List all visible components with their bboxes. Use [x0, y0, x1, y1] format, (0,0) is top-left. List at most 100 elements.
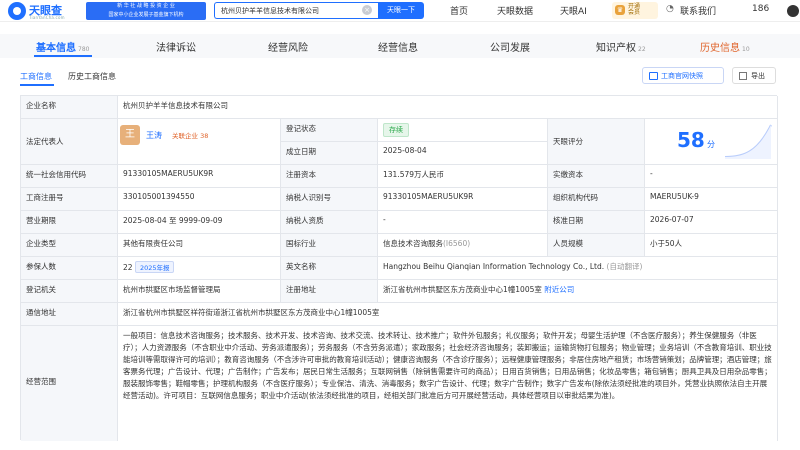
credit-code-value: 91330105MAERU5UK9R [118, 165, 281, 188]
en-name-cell: Hangzhou Beihu Qianqian Information Tech… [378, 257, 778, 280]
type-label: 企业类型 [21, 234, 118, 257]
snapshot-icon [649, 72, 658, 80]
taxpayer-id-label: 纳税人识别号 [281, 188, 378, 211]
tab-count: 780 [78, 46, 90, 53]
active-tab-indicator [34, 55, 92, 57]
comm-address-label: 通信地址 [21, 303, 118, 326]
tab-label: 历史信息 [700, 43, 740, 54]
top-bar: 天眼查 TianYanCha.com 新 华 社 战 略 投 资 企 业 国家中… [0, 0, 800, 22]
nav-ai[interactable]: 天眼AI [560, 4, 587, 17]
reg-no-value: 330105001394550 [118, 188, 281, 211]
nav-home[interactable]: 首页 [450, 4, 468, 17]
subtab-history-business-info[interactable]: 历史工商信息 [68, 71, 116, 82]
insured-label: 参保人数 [21, 257, 118, 280]
nearby-companies-link[interactable]: 附近公司 [544, 285, 574, 294]
subtab-business-info[interactable]: 工商信息 [20, 71, 52, 82]
company-name-value: 杭州贝护羊羊信息技术有限公司 [118, 96, 778, 119]
official-snapshot-button[interactable]: 工商官网快照 [642, 67, 724, 84]
scope-value: 一般项目：信息技术咨询服务；技术服务、技术开发、技术咨询、技术交流、技术转让、技… [118, 326, 778, 441]
authority-label: 登记机关 [21, 280, 118, 303]
legal-rep-name[interactable]: 王涛 [146, 130, 162, 141]
org-code-label: 组织机构代码 [548, 188, 645, 211]
annual-report-selector[interactable]: 2025年报 [134, 261, 175, 273]
tab-label: 知识产权 [596, 43, 636, 54]
industry-value: 信息技术咨询服务 [383, 239, 443, 248]
paid-capital-label: 实缴资本 [548, 165, 645, 188]
nav-data[interactable]: 天眼数据 [497, 4, 533, 17]
staff-size-label: 人员规模 [548, 234, 645, 257]
comm-address-value: 浙江省杭州市拱墅区祥符街道浙江省杭州市拱墅区东方茂商业中心1幢1005室 [118, 303, 778, 326]
clear-search-icon[interactable]: × [362, 5, 372, 15]
term-label: 营业期限 [21, 211, 118, 234]
search-input[interactable]: 杭州贝护羊羊信息技术有限公司 [214, 2, 378, 19]
legal-rep-avatar[interactable]: 王 [120, 125, 140, 145]
taxpayer-qual-value: - [378, 211, 548, 234]
vip-button[interactable]: ♛ 开通 会员 [612, 2, 658, 19]
logo-url: TianYanCha.com [29, 15, 65, 20]
user-phone[interactable]: 186 [752, 4, 769, 14]
official-snapshot-label: 工商官网快照 [661, 72, 703, 80]
industry-code: (I6560) [443, 239, 471, 248]
staff-size-value: 小于50人 [645, 234, 778, 257]
search-button[interactable]: 天眼一下 [378, 2, 424, 19]
tab-count: 10 [742, 46, 750, 53]
reg-address-value: 浙江省杭州市拱墅区东方茂商业中心1幢1005室 [383, 285, 542, 294]
contact-link[interactable]: 联系我们 [680, 4, 716, 17]
score-chart-icon [724, 124, 772, 159]
tab-label: 基本信息 [36, 43, 76, 54]
export-icon [739, 72, 747, 80]
authority-value: 杭州市拱墅区市场监督管理局 [118, 280, 281, 303]
related-companies-badge[interactable]: 关联企业 38 [172, 130, 208, 140]
site-logo[interactable]: 天眼查 TianYanCha.com [8, 2, 80, 20]
credit-code-label: 统一社会信用代码 [21, 165, 118, 188]
insured-cell: 22 2025年报 [118, 257, 281, 280]
tab-history[interactable]: 历史信息 10 [700, 39, 750, 54]
slogan-line-1: 国家中小企业发展子基金旗下机构 [108, 12, 184, 18]
industry-cell: 信息技术咨询服务(I6560) [378, 234, 548, 257]
scope-label: 经营范围 [21, 326, 118, 441]
tab-label: 法律诉讼 [156, 43, 196, 54]
approval-date-label: 核准日期 [548, 211, 645, 234]
legal-rep-cell: 王 王涛 关联企业 38 [118, 119, 281, 165]
main-tabs: 基本信息 780 法律诉讼 经营风险 经营信息 公司发展 知识产权 22 历史信息 1… [0, 34, 800, 58]
tab-basic-info[interactable]: 基本信息 780 [36, 39, 89, 54]
score-label: 天眼评分 [548, 119, 645, 165]
slogan-line-2: 新 华 社 战 略 投 资 企 业 [117, 3, 175, 9]
tab-development[interactable]: 公司发展 [490, 39, 530, 54]
reg-status-label: 登记状态 [281, 119, 378, 142]
export-label: 导出 [751, 72, 765, 80]
en-name-note: (自动翻译) [606, 262, 643, 271]
reg-address-cell: 浙江省杭州市拱墅区东方茂商业中心1幢1005室 附近公司 [378, 280, 778, 303]
est-date-value: 2025-08-04 [378, 142, 548, 165]
insured-value: 22 [123, 263, 133, 272]
tab-label: 公司发展 [490, 43, 530, 54]
export-button[interactable]: 导出 [732, 67, 776, 84]
tab-legal[interactable]: 法律诉讼 [156, 39, 196, 54]
tab-count: 22 [638, 46, 646, 53]
user-avatar[interactable] [787, 5, 799, 17]
industry-label: 国标行业 [281, 234, 378, 257]
score-cell[interactable]: 58 分 [645, 119, 778, 165]
tab-operation[interactable]: 经营信息 [378, 39, 418, 54]
tab-risk[interactable]: 经营风险 [268, 39, 308, 54]
notification-icon[interactable]: ◔ [666, 4, 674, 14]
legal-rep-label: 法定代表人 [21, 119, 118, 165]
tab-label: 经营风险 [268, 43, 308, 54]
type-value: 其他有限责任公司 [118, 234, 281, 257]
tab-label: 经营信息 [378, 43, 418, 54]
reg-capital-label: 注册资本 [281, 165, 378, 188]
status-badge: 存续 [383, 123, 409, 137]
term-value: 2025-08-04 至 9999-09-09 [118, 211, 281, 234]
company-name-label: 企业名称 [21, 96, 118, 119]
approval-date-value: 2026-07-07 [645, 211, 778, 234]
score-value: 58 [677, 128, 705, 152]
reg-no-label: 工商注册号 [21, 188, 118, 211]
tab-ip[interactable]: 知识产权 22 [596, 39, 646, 54]
org-code-value: MAERU5UK-9 [645, 188, 778, 211]
en-name-value: Hangzhou Beihu Qianqian Information Tech… [383, 262, 605, 271]
business-info-table: 企业名称 杭州贝护羊羊信息技术有限公司 法定代表人 王 王涛 关联企业 38 登… [20, 95, 778, 441]
score-unit: 分 [707, 140, 715, 149]
en-name-label: 英文名称 [281, 257, 378, 280]
reg-status-cell: 存续 [378, 119, 548, 142]
active-subtab-indicator [20, 84, 54, 86]
